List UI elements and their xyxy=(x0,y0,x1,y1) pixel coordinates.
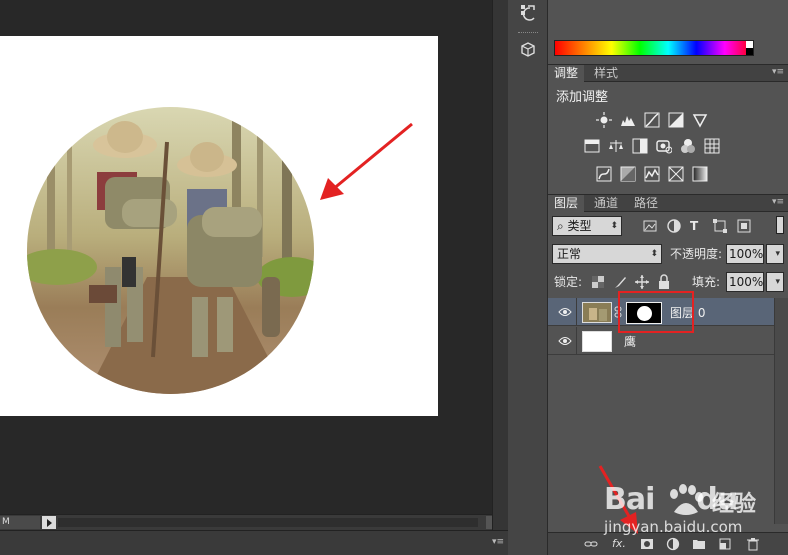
search-icon: ⌕ xyxy=(557,219,568,233)
panel-menu-icon[interactable]: ▾≡ xyxy=(772,197,784,207)
fx-icon[interactable]: fx. xyxy=(612,537,626,551)
gradient-map-icon[interactable] xyxy=(692,166,708,182)
filter-pixel-icon[interactable] xyxy=(642,218,658,234)
lock-all-icon[interactable] xyxy=(656,274,672,290)
masked-photo xyxy=(27,107,314,394)
adjustment-icon[interactable] xyxy=(666,537,680,551)
color-lookup-icon[interactable] xyxy=(704,138,720,154)
filter-smart-object-icon[interactable] xyxy=(736,218,752,234)
folder-icon[interactable] xyxy=(692,537,706,551)
filter-toggle[interactable] xyxy=(776,216,784,234)
layers-panel: 图层 通道 路径 ▾≡ ⌕ 类型 ⬍ T 正常 ⬍ 不透明度: 100% ▾ 锁… xyxy=(548,194,788,555)
layers-scrollbar[interactable] xyxy=(774,298,788,524)
chevron-down-icon: ▾ xyxy=(775,277,780,287)
layer-thumbnail[interactable] xyxy=(582,302,612,323)
layer-filter-select[interactable]: ⌕ 类型 ⬍ xyxy=(552,216,622,236)
photo-filter-icon[interactable] xyxy=(656,138,672,154)
selective-color-icon[interactable] xyxy=(668,166,684,182)
layers-tabs: 图层 通道 路径 ▾≡ xyxy=(548,194,788,212)
horizontal-scrollbar[interactable] xyxy=(58,518,478,527)
filter-type-icon[interactable]: T xyxy=(690,216,698,236)
adjustment-row-1 xyxy=(548,110,788,130)
lock-position-move-icon[interactable] xyxy=(634,274,650,290)
fill-dropdown[interactable]: ▾ xyxy=(766,272,784,292)
bottom-panel-strip: ▾≡ xyxy=(0,530,508,555)
panel-grip[interactable] xyxy=(518,32,538,35)
layers-footer: fx. xyxy=(548,532,788,555)
vibrance-icon[interactable] xyxy=(692,112,708,128)
adjustments-tabs: 调整 样式 ▾≡ xyxy=(548,64,788,82)
tab-adjustments[interactable]: 调整 xyxy=(548,65,585,82)
fill-input[interactable]: 100% xyxy=(726,272,764,292)
photoshop-window: M ▾≡ 调整 样式 ▾≡ 添加调整 图层 通道 路径 ▾≡ ⌕ 类型 ⬍ T … xyxy=(0,0,788,555)
threshold-icon[interactable] xyxy=(644,166,660,182)
fill-label: 填充: xyxy=(692,275,721,289)
add-adjustment-title: 添加调整 xyxy=(556,90,609,105)
link-icon[interactable] xyxy=(584,537,598,551)
updown-icon: ⬍ xyxy=(610,221,618,231)
tab-styles[interactable]: 样式 xyxy=(588,65,624,82)
lock-paint-brush-icon[interactable] xyxy=(612,274,628,290)
adjustments-panel: 调整 样式 ▾≡ 添加调整 xyxy=(548,64,788,192)
color-balance-icon[interactable] xyxy=(608,138,624,154)
exposure-icon[interactable] xyxy=(668,112,684,128)
hue-saturation-icon[interactable] xyxy=(584,138,600,154)
panel-menu-icon[interactable]: ▾≡ xyxy=(772,67,784,77)
layer-name[interactable]: 鹰 xyxy=(624,333,636,350)
right-panels: 调整 样式 ▾≡ 添加调整 图层 通道 路径 ▾≡ ⌕ 类型 ⬍ T 正常 ⬍ … xyxy=(548,0,788,555)
filter-adjustment-icon[interactable] xyxy=(666,218,682,234)
color-panel xyxy=(548,0,788,62)
play-button[interactable] xyxy=(42,516,56,529)
color-spectrum[interactable] xyxy=(554,40,754,56)
posterize-icon[interactable] xyxy=(620,166,636,182)
layer-thumbnail[interactable] xyxy=(582,331,612,352)
levels-icon[interactable] xyxy=(620,112,636,128)
curves-icon[interactable] xyxy=(644,112,660,128)
row-divider xyxy=(576,327,577,355)
adjustment-row-3 xyxy=(548,164,788,184)
lock-label: 锁定: xyxy=(554,275,583,289)
filter-shape-icon[interactable] xyxy=(712,218,728,234)
collapsed-panel-strip xyxy=(508,0,548,555)
row-divider xyxy=(576,298,577,326)
opacity-label: 不透明度: xyxy=(670,247,723,261)
black-white-swatch[interactable] xyxy=(746,41,753,55)
vertical-scrollbar[interactable] xyxy=(492,0,508,530)
chevron-down-icon: ▾ xyxy=(775,249,780,259)
adjustment-row-2 xyxy=(548,136,788,156)
blend-mode-select[interactable]: 正常 ⬍ xyxy=(552,244,662,264)
annotation-highlight-box xyxy=(618,291,694,333)
black-white-icon[interactable] xyxy=(632,138,648,154)
3d-cube-icon[interactable] xyxy=(518,40,538,60)
invert-icon[interactable] xyxy=(596,166,612,182)
photo-two-kids-hiking xyxy=(27,107,314,394)
eye-icon[interactable] xyxy=(558,336,572,346)
tab-channels[interactable]: 通道 xyxy=(588,195,624,212)
trash-icon[interactable] xyxy=(746,537,760,551)
tab-paths[interactable]: 路径 xyxy=(628,195,664,212)
canvas-area[interactable] xyxy=(0,0,492,514)
history-icon[interactable] xyxy=(518,2,538,22)
panel-menu-icon[interactable]: ▾≡ xyxy=(492,537,504,547)
zoom-readout[interactable]: M xyxy=(0,516,40,529)
tab-layers[interactable]: 图层 xyxy=(548,195,585,212)
lock-transparent-icon[interactable] xyxy=(590,274,606,290)
document-canvas[interactable] xyxy=(0,36,438,416)
eye-icon[interactable] xyxy=(558,307,572,317)
channel-mixer-icon[interactable] xyxy=(680,138,696,154)
opacity-input[interactable]: 100% xyxy=(726,244,764,264)
mask-icon[interactable] xyxy=(640,537,654,551)
new-layer-icon[interactable] xyxy=(718,537,732,551)
opacity-dropdown[interactable]: ▾ xyxy=(766,244,784,264)
updown-icon: ⬍ xyxy=(650,249,658,259)
canvas-status-bar: M xyxy=(0,514,492,530)
brightness-icon[interactable] xyxy=(596,112,612,128)
